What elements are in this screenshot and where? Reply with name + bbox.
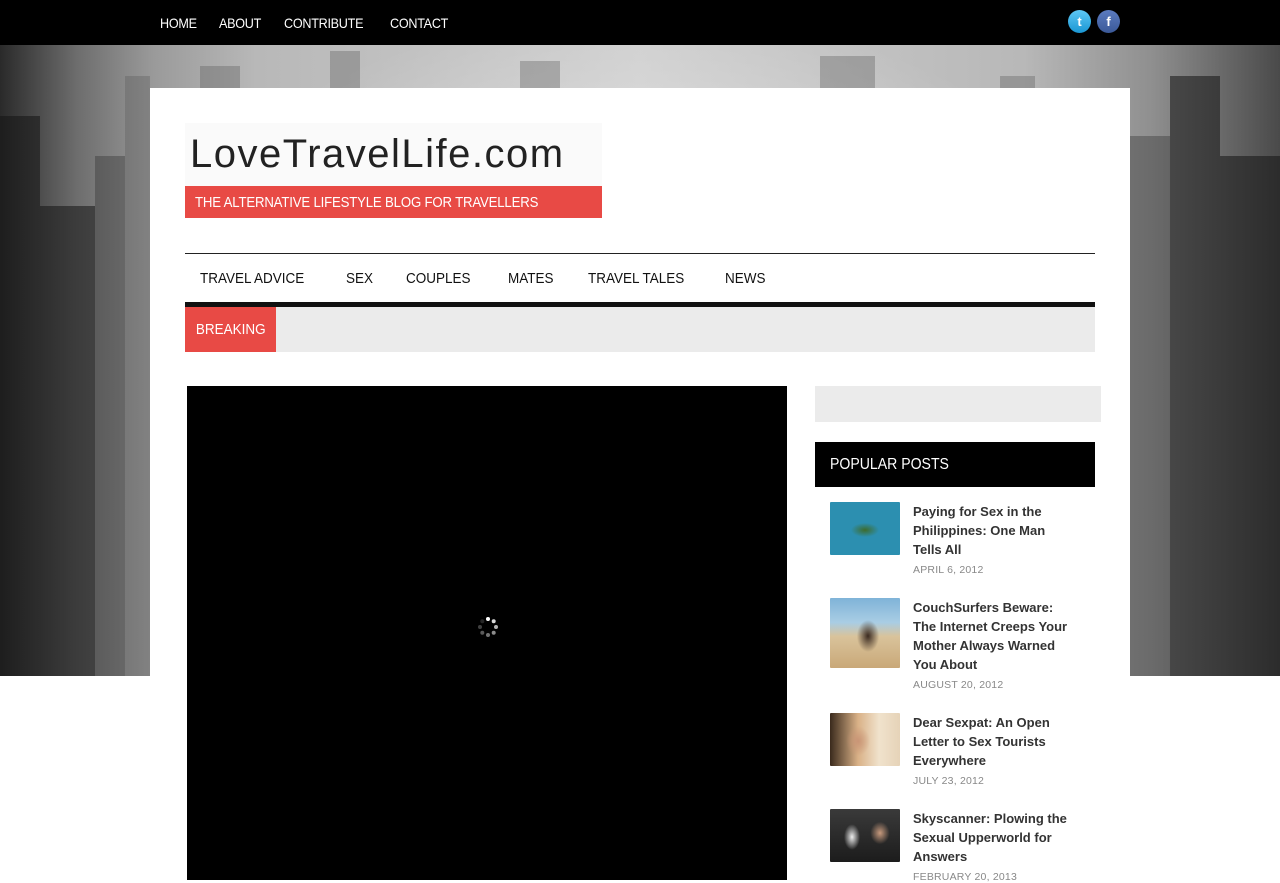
popular-posts-heading: POPULAR POSTS bbox=[815, 442, 1095, 487]
top-nav-contribute[interactable]: CONTRIBUTE bbox=[284, 15, 363, 31]
post-thumbnail[interactable] bbox=[830, 809, 900, 862]
breaking-ticker: BREAKING bbox=[185, 307, 1095, 352]
post-title[interactable]: Paying for Sex in the Philippines: One M… bbox=[913, 502, 1073, 559]
nav-travel-advice[interactable]: TRAVEL ADVICE bbox=[200, 270, 304, 287]
breaking-label: BREAKING bbox=[185, 307, 276, 352]
top-nav: HOME ABOUT CONTRIBUTE CONTACT bbox=[160, 0, 472, 45]
nav-sex[interactable]: SEX bbox=[346, 270, 373, 287]
main-nav: TRAVEL ADVICE SEX COUPLES MATES TRAVEL T… bbox=[185, 253, 1095, 307]
nav-mates[interactable]: MATES bbox=[508, 270, 554, 287]
top-nav-contact[interactable]: CONTACT bbox=[390, 15, 448, 31]
post-date: APRIL 6, 2012 bbox=[913, 564, 984, 576]
top-nav-about[interactable]: ABOUT bbox=[219, 15, 261, 31]
post-title[interactable]: Dear Sexpat: An Open Letter to Sex Touri… bbox=[913, 713, 1073, 770]
nav-travel-tales[interactable]: TRAVEL TALES bbox=[588, 270, 684, 287]
post-thumbnail[interactable] bbox=[830, 713, 900, 766]
facebook-icon[interactable]: f bbox=[1097, 10, 1120, 33]
post-thumbnail[interactable] bbox=[830, 502, 900, 555]
site-logo[interactable]: LoveTravelLife.com THE ALTERNATIVE LIFES… bbox=[185, 123, 602, 218]
twitter-icon[interactable]: t bbox=[1068, 10, 1091, 33]
post-thumbnail[interactable] bbox=[830, 598, 900, 668]
sidebar-ad-box bbox=[815, 386, 1101, 422]
nav-news[interactable]: NEWS bbox=[725, 270, 766, 287]
post-date: FEBRUARY 20, 2013 bbox=[913, 871, 1017, 883]
content-panel: LoveTravelLife.com THE ALTERNATIVE LIFES… bbox=[150, 88, 1130, 883]
social-links: t f bbox=[1068, 10, 1120, 33]
nav-couples[interactable]: COUPLES bbox=[406, 270, 471, 287]
site-name: LoveTravelLife.com bbox=[185, 123, 602, 186]
post-title[interactable]: CouchSurfers Beware: The Internet Creeps… bbox=[913, 598, 1073, 674]
top-bar: HOME ABOUT CONTRIBUTE CONTACT t f bbox=[0, 0, 1280, 45]
site-tagline: THE ALTERNATIVE LIFESTYLE BLOG FOR TRAVE… bbox=[185, 186, 602, 218]
featured-slider[interactable] bbox=[187, 386, 787, 880]
loading-spinner-icon bbox=[478, 617, 498, 637]
post-date: JULY 23, 2012 bbox=[913, 775, 985, 787]
top-nav-home[interactable]: HOME bbox=[160, 15, 197, 31]
post-title[interactable]: Skyscanner: Plowing the Sexual Upperworl… bbox=[913, 809, 1073, 866]
post-date: AUGUST 20, 2012 bbox=[913, 679, 1004, 691]
